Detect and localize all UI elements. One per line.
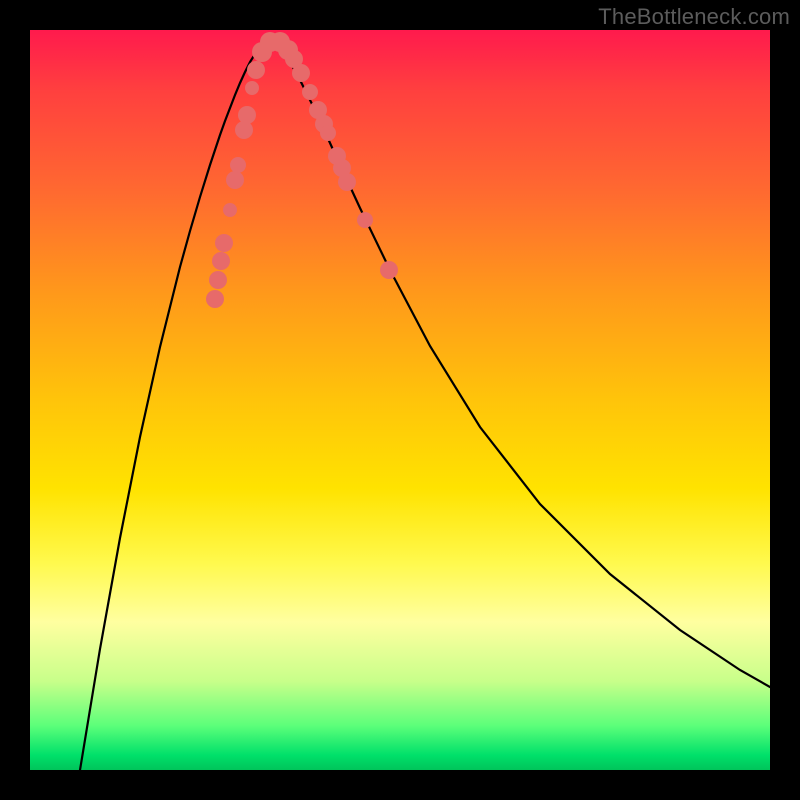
data-marker	[320, 125, 336, 141]
data-marker	[223, 203, 237, 217]
curve-svg	[30, 30, 770, 770]
data-marker	[292, 64, 310, 82]
bottleneck-curve	[80, 40, 770, 770]
data-marker	[215, 234, 233, 252]
data-marker	[380, 261, 398, 279]
data-marker	[206, 290, 224, 308]
data-marker	[238, 106, 256, 124]
marker-group	[206, 32, 398, 308]
data-marker	[209, 271, 227, 289]
data-marker	[247, 61, 265, 79]
data-marker	[212, 252, 230, 270]
data-marker	[302, 84, 318, 100]
data-marker	[338, 173, 356, 191]
data-marker	[357, 212, 373, 228]
data-marker	[226, 171, 244, 189]
data-marker	[235, 121, 253, 139]
data-marker	[245, 81, 259, 95]
chart-frame: TheBottleneck.com	[0, 0, 800, 800]
watermark-text: TheBottleneck.com	[598, 4, 790, 30]
plot-area	[30, 30, 770, 770]
data-marker	[230, 157, 246, 173]
